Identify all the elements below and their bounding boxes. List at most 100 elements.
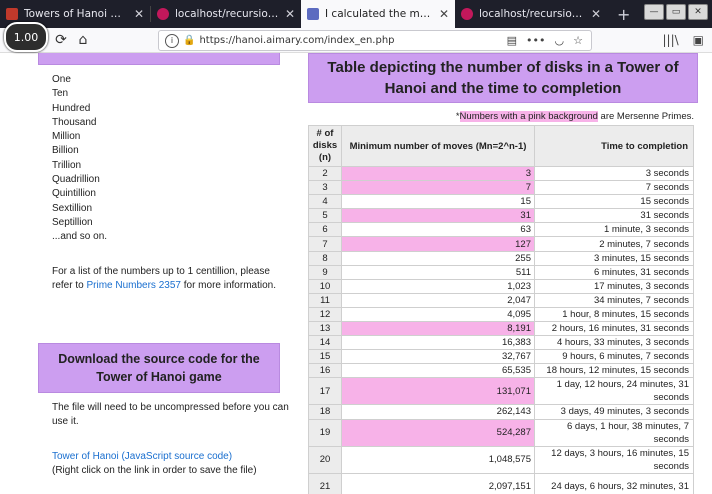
tab-2-favicon-icon [307,8,319,20]
library-icon[interactable]: |||\ [662,33,678,47]
number-name-item: One [52,74,71,85]
table-title: Table depicting the number of disks in a… [327,59,679,97]
url-text[interactable]: https://hanoi.aimary.com/index_en.php [199,35,506,46]
moves-cell: 1,048,575 [341,445,535,474]
moves-cell: 262,143 [341,404,535,420]
tab-0-title: Towers of Hanoi Animation [24,8,128,20]
time-cell: 34 minutes, 7 seconds [534,292,694,308]
table-row: 15 32,767 9 hours, 6 minutes, 7 seconds [308,349,694,365]
moves-cell: 131,071 [341,377,535,406]
moves-cell: 4,095 [341,306,535,323]
table-row: 9 511 6 minutes, 31 seconds [308,264,694,280]
more-icon[interactable]: ••• [526,34,545,47]
disk-count-cell: 19 [308,418,342,447]
disk-count-cell: 17 [308,377,342,406]
time-cell: 1 hour, 8 minutes, 15 seconds [534,306,694,323]
table-row: 10 1,023 17 minutes, 3 seconds [308,278,694,294]
tab-3-title: localhost/recursion/towers_ [479,8,585,20]
tab-2[interactable]: I calculated the minimum an ✕ [301,0,455,28]
maximize-icon[interactable]: ▭ [666,4,686,20]
disk-count-cell: 2 [308,165,342,182]
disk-count-cell: 8 [308,250,342,266]
info-icon[interactable]: i [165,33,179,48]
disk-count-cell: 9 [308,264,342,280]
disk-count-cell: 12 [308,306,342,323]
time-cell: 12 days, 3 hours, 16 minutes, 15 seconds [534,445,694,474]
uncompress-note: The file will need to be uncompressed be… [52,402,289,427]
time-cell: 17 minutes, 3 seconds [534,278,694,294]
disk-count-cell: 11 [308,292,342,308]
header-moves: Minimum number of moves (Mn=2^n-1) [341,125,535,167]
page-content: One Ten Hundred Thousand Million Billion Trill… [0,53,712,494]
moves-cell: 255 [341,250,535,266]
right-click-note: (Right click on the link in order to sav… [52,465,257,476]
new-tab-button[interactable]: + [607,5,640,24]
number-name-item: Septillion [52,216,93,228]
header-disks: # of disks (n) [308,125,342,167]
disk-count-cell: 15 [308,349,342,365]
moves-cell: 127 [341,236,535,252]
number-name-item: Quadrillion [52,174,100,186]
disk-count-cell: 5 [308,208,342,224]
bookmark-star-icon[interactable]: ☆ [573,34,583,47]
tab-1[interactable]: localhost/recursion/towers_ ✕ [151,0,301,28]
table-row: 12 4,095 1 hour, 8 minutes, 15 seconds [308,306,694,323]
tab-0-close-icon[interactable]: ✕ [134,7,144,21]
time-cell: 6 minutes, 31 seconds [534,264,694,280]
number-name-item: Quintillion [52,188,96,200]
sidebar-icon[interactable]: ▣ [693,33,704,47]
time-cell: 3 days, 49 minutes, 3 seconds [534,404,694,420]
tab-2-close-icon[interactable]: ✕ [439,7,449,21]
table-row: 17 131,071 1 day, 12 hours, 24 minutes, 31… [308,377,694,406]
home-icon[interactable]: ⌂ [72,29,94,51]
table-header-row: # of disks (n) Minimum number of moves (… [308,125,694,167]
time-cell: 3 minutes, 15 seconds [534,250,694,266]
centillion-text-after: for more information. [180,280,276,291]
lock-icon: 🔒 [183,35,196,46]
time-cell: 7 seconds [534,180,694,196]
close-window-icon[interactable]: ✕ [688,4,708,20]
source-code-link[interactable]: Tower of Hanoi (JavaScript source code) [52,451,232,462]
disk-count-cell: 21 [308,472,342,494]
tab-3[interactable]: localhost/recursion/towers_ ✕ [455,0,607,28]
number-name-item: Ten [52,88,69,100]
table-row: 20 1,048,575 12 days, 3 hours, 16 minutes,… [308,445,694,474]
disk-count-cell: 20 [308,445,342,474]
tab-1-close-icon[interactable]: ✕ [285,7,295,21]
disk-count-cell: 3 [308,180,342,196]
download-source-box: Download the source code for the Tower o… [38,343,280,393]
download-title: Download the source code for the Tower o… [58,352,260,384]
table-row: 14 16,383 4 hours, 33 minutes, 3 seconds [308,335,694,351]
moves-cell: 1,023 [341,278,535,294]
table-row: 4 15 15 seconds [308,194,694,210]
disk-count-cell: 16 [308,363,342,379]
header-time: Time to completion [534,125,694,167]
disk-count-cell: 10 [308,278,342,294]
reload-icon[interactable]: ⟳ [50,29,72,51]
tab-1-title: localhost/recursion/towers_ [175,8,279,20]
minimize-icon[interactable]: — [644,4,664,20]
number-name-item: Sextillion [52,202,93,214]
tab-3-favicon-icon [461,8,473,20]
moves-cell: 8,191 [341,321,535,337]
zoom-level-badge: 1.00 [4,22,48,52]
number-name-item: Hundred [52,102,91,114]
pocket-icon[interactable]: ◡ [555,34,565,47]
moves-cell: 31 [341,208,535,224]
prime-numbers-link[interactable]: Prime Numbers 2357 [86,280,180,291]
table-row: 13 8,191 2 hours, 16 minutes, 31 seconds [308,321,694,337]
navigation-bar: ← ⟳ ⌂ i 🔒 https://hanoi.aimary.com/index… [0,28,712,53]
table-row: 377 seconds [308,180,694,196]
note-asterisk: * [455,111,460,122]
moves-cell: 3 [341,165,535,182]
table-row: 8 255 3 minutes, 15 seconds [308,250,694,266]
disk-count-cell: 4 [308,194,342,210]
tab-3-close-icon[interactable]: ✕ [591,7,601,21]
moves-cell: 2,047 [341,292,535,308]
table-row: 5 31 31 seconds [308,208,694,224]
reader-icon[interactable]: ▤ [507,34,517,47]
table-row: 6 63 1 minute, 3 seconds [308,222,694,238]
address-bar[interactable]: i 🔒 https://hanoi.aimary.com/index_en.ph… [158,30,592,51]
number-names-list: One Ten Hundred Thousand Million Billion Trill… [52,73,107,245]
time-cell: 15 seconds [534,194,694,210]
